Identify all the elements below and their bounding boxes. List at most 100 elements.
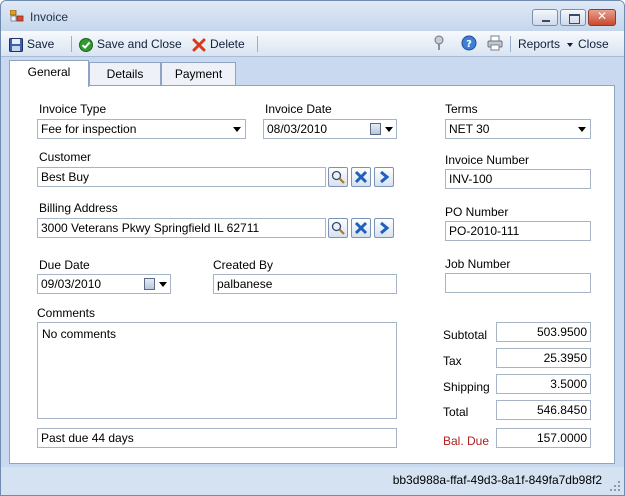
created-by-value: palbanese [217, 277, 273, 291]
floppy-disk-icon [9, 37, 23, 52]
delete-label: Delete [210, 37, 245, 51]
blue-x-icon [354, 221, 368, 235]
total-field[interactable]: 546.8450 [496, 400, 591, 420]
green-check-icon [79, 37, 93, 52]
close-label: Close [578, 37, 609, 51]
created-by-label: Created By [213, 258, 274, 272]
toolbar-separator [71, 36, 72, 52]
customer-field[interactable]: Best Buy [37, 167, 326, 187]
attachment-button[interactable] [432, 35, 446, 53]
maximize-button[interactable] [560, 9, 586, 26]
toolbar-separator [257, 36, 258, 52]
title-bar: Invoice ✕ [1, 1, 624, 31]
customer-search-button[interactable] [328, 167, 348, 187]
po-number-value: PO-2010-111 [449, 224, 520, 238]
shipping-field[interactable]: 3.5000 [496, 374, 591, 394]
delete-button[interactable]: Delete [192, 35, 245, 53]
invoice-window: Invoice ✕ Save Save and Close Delete ? R… [0, 0, 625, 496]
shipping-value: 3.5000 [550, 377, 587, 391]
red-x-icon [192, 38, 206, 52]
subtotal-label: Subtotal [443, 328, 488, 342]
customer-value: Best Buy [41, 170, 90, 184]
toolbar: Save Save and Close Delete ? Reports Clo… [1, 31, 624, 57]
help-icon: ? [461, 35, 477, 51]
close-button[interactable]: Close [578, 35, 609, 53]
total-label: Total [443, 405, 469, 419]
window-title: Invoice [30, 10, 69, 24]
dropdown-arrow-icon [233, 127, 241, 132]
save-and-close-button[interactable]: Save and Close [79, 35, 182, 53]
invoice-type-select[interactable]: Fee for inspection [37, 119, 246, 139]
job-number-field[interactable] [445, 273, 591, 293]
blue-x-icon [354, 170, 368, 184]
calendar-icon [370, 123, 381, 135]
subtotal-field[interactable]: 503.9500 [496, 322, 591, 342]
terms-label: Terms [445, 102, 478, 116]
tax-field[interactable]: 25.3950 [496, 348, 591, 368]
customer-open-button[interactable] [374, 167, 394, 187]
tax-label: Tax [443, 354, 462, 368]
comments-value: No comments [42, 327, 117, 341]
status-note-field[interactable]: Past due 44 days [37, 428, 397, 448]
invoice-date-value: 08/03/2010 [267, 122, 328, 136]
calendar-icon [144, 278, 155, 290]
balance-due-label: Bal. Due [443, 434, 490, 448]
terms-select[interactable]: NET 30 [445, 119, 591, 139]
close-icon: ✕ [596, 9, 608, 23]
minimize-button[interactable] [532, 9, 558, 26]
balance-due-value: 157.0000 [536, 431, 587, 445]
created-by-field[interactable]: palbanese [213, 274, 397, 294]
close-window-button[interactable]: ✕ [588, 9, 616, 26]
billing-address-label: Billing Address [39, 201, 118, 215]
reports-menu[interactable]: Reports [518, 35, 574, 53]
invoice-type-value: Fee for inspection [41, 122, 137, 136]
customer-clear-button[interactable] [351, 167, 371, 187]
tab-general[interactable]: General [9, 60, 89, 87]
dropdown-arrow-icon [567, 42, 574, 47]
save-and-close-label: Save and Close [97, 37, 182, 51]
reports-label: Reports [518, 37, 561, 51]
subtotal-value: 503.9500 [536, 325, 587, 339]
invoice-number-field[interactable]: INV-100 [445, 169, 591, 189]
po-number-label: PO Number [445, 205, 509, 219]
billing-address-search-button[interactable] [328, 218, 348, 238]
save-button[interactable]: Save [9, 35, 54, 53]
billing-address-clear-button[interactable] [351, 218, 371, 238]
terms-value: NET 30 [449, 122, 490, 136]
printer-icon [487, 35, 503, 51]
billing-address-open-button[interactable] [374, 218, 394, 238]
invoice-date-picker[interactable]: 08/03/2010 [263, 119, 397, 139]
total-value: 546.8450 [536, 403, 587, 417]
dropdown-arrow-icon [578, 127, 586, 132]
comments-textarea[interactable]: No comments [37, 322, 397, 419]
comments-label: Comments [37, 306, 96, 320]
record-id: bb3d988a-ffaf-49d3-8a1f-849fa7db98f2 [392, 473, 602, 487]
pin-icon [434, 35, 444, 50]
billing-address-value: 3000 Veterans Pkwy Springfield IL 62711 [41, 221, 260, 235]
customer-label: Customer [39, 150, 92, 164]
balance-due-field[interactable]: 157.0000 [496, 428, 591, 448]
chevron-right-icon [380, 221, 390, 235]
due-date-label: Due Date [39, 258, 90, 272]
due-date-value: 09/03/2010 [41, 277, 102, 291]
status-bar: bb3d988a-ffaf-49d3-8a1f-849fa7db98f2 [1, 467, 624, 495]
tab-payment[interactable]: Payment [161, 62, 236, 86]
invoice-number-label: Invoice Number [445, 153, 530, 167]
help-button[interactable]: ? [461, 35, 477, 53]
toolbar-separator [510, 36, 511, 52]
magnifier-icon [331, 170, 345, 184]
tax-value: 25.3950 [543, 351, 587, 365]
general-tab-panel: Invoice Type Fee for inspection Invoice … [9, 85, 615, 464]
resize-grip-icon[interactable] [609, 480, 621, 492]
magnifier-icon [331, 221, 345, 235]
invoice-number-value: INV-100 [449, 172, 493, 186]
print-button[interactable] [487, 35, 503, 53]
status-note-value: Past due 44 days [41, 431, 134, 445]
po-number-field[interactable]: PO-2010-111 [445, 221, 591, 241]
invoice-app-icon [10, 10, 24, 22]
tab-details[interactable]: Details [89, 62, 161, 86]
chevron-right-icon [380, 170, 390, 184]
svg-text:?: ? [466, 39, 472, 50]
due-date-picker[interactable]: 09/03/2010 [37, 274, 171, 294]
billing-address-field[interactable]: 3000 Veterans Pkwy Springfield IL 62711 [37, 218, 326, 238]
